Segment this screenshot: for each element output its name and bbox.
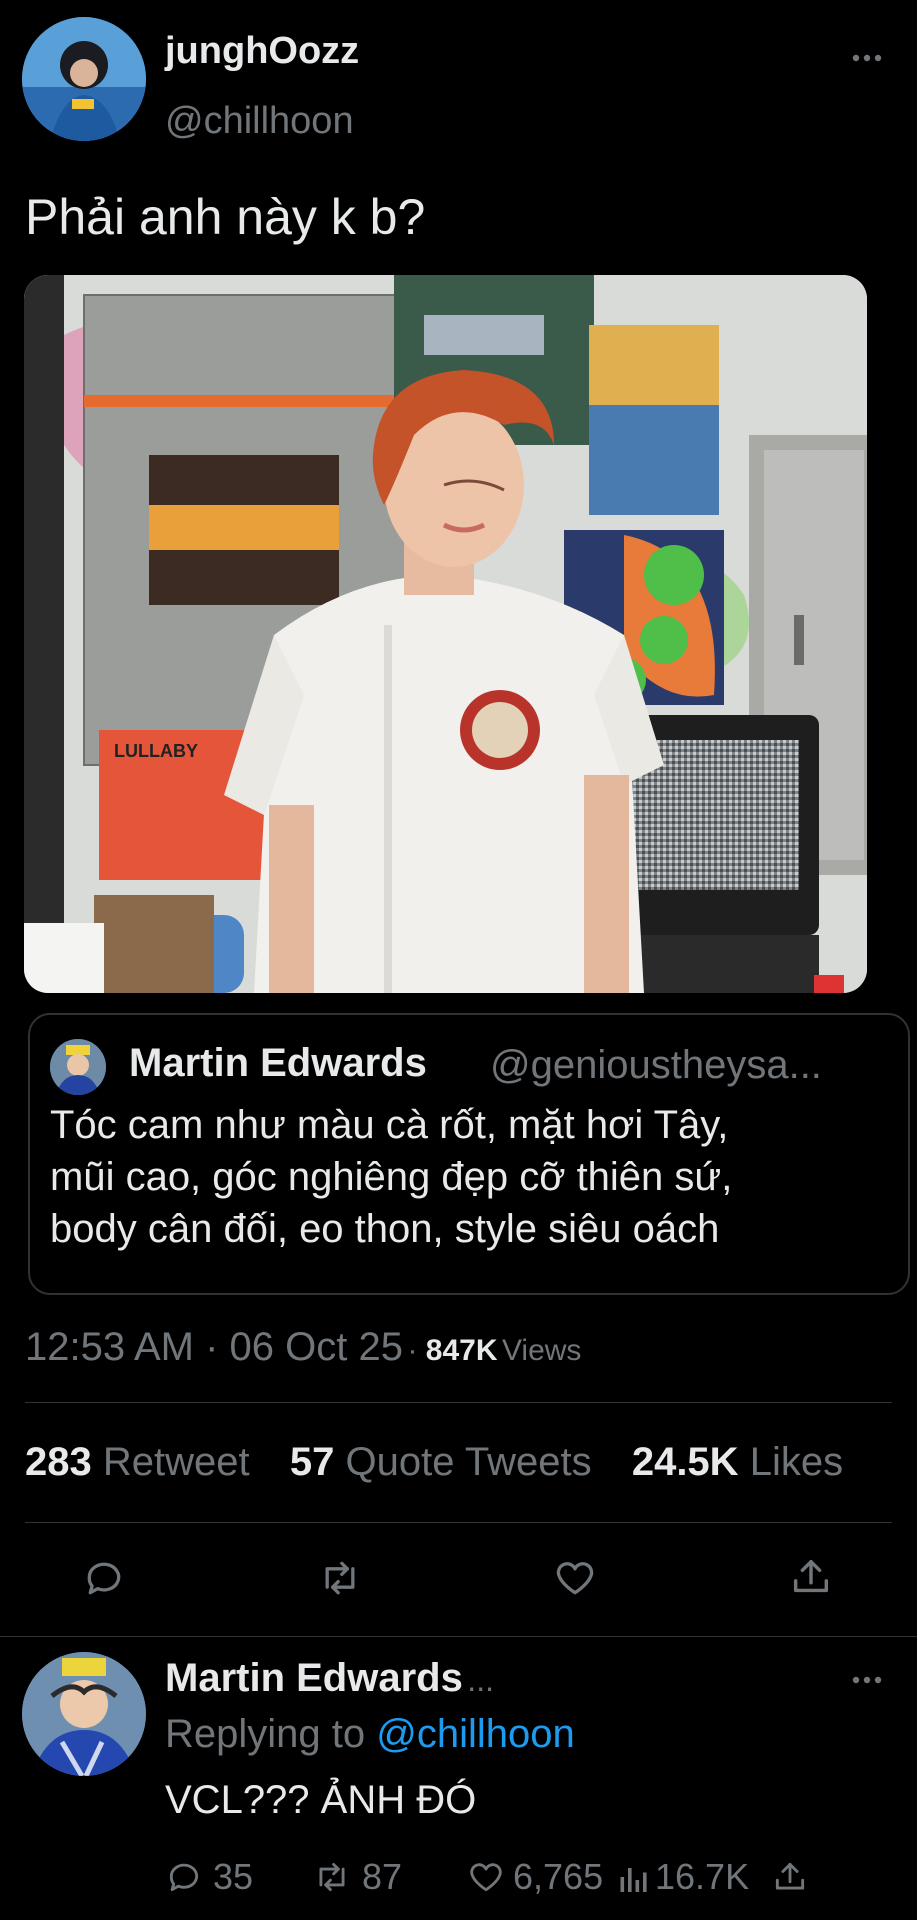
retweet-icon[interactable] [317,1556,363,1600]
divider-top [25,1402,892,1403]
reply-author-avatar[interactable] [22,1652,146,1776]
poster-lullaby: LULLABY [114,741,198,761]
reply-count: 35 [213,1856,254,1897]
reply-text: VCL??? ẢNH ĐÓ [165,1778,477,1822]
view-count: 16.7K [655,1856,750,1897]
stats-row: 283 Retweet 57 Quote Tweets 24.5K Likes [25,1440,917,1485]
quoted-author-avatar [50,1039,106,1095]
author-avatar[interactable] [22,17,146,141]
timestamp: 12:53 AM · 06 Oct 25 [25,1325,403,1369]
share-icon[interactable] [788,1554,834,1600]
share-icon [771,1858,809,1896]
like-count: 6,765 [513,1856,604,1897]
replying-to: Replying to @chillhoon [165,1712,575,1757]
quotes-stat[interactable]: 57 Quote Tweets [290,1440,603,1484]
quoted-text-line-2: mũi cao, góc nghiêng đẹp cỡ thiên sứ, [50,1155,733,1199]
comment-icon [165,1858,203,1896]
tweet-photo[interactable]: LULLABY [24,275,867,993]
bar-chart-icon [619,1859,649,1895]
section-divider [0,1636,917,1637]
retweet-icon [312,1858,352,1896]
reply-views-button[interactable]: 16.7K [619,1856,749,1898]
reply-retweet-button[interactable]: 87 [312,1856,402,1898]
replying-to-handle[interactable]: @chillhoon [376,1712,575,1756]
reply-like-button[interactable]: 6,765 [467,1856,603,1898]
reply-share-button[interactable] [771,1858,809,1896]
quoted-tweet-card[interactable]: Martin Edwards @genioustheysa... Tóc cam… [28,1013,910,1295]
quoted-author-handle: @genioustheysa... [490,1043,822,1087]
more-horizontal-icon[interactable] [850,1670,884,1690]
tweet-meta: 12:53 AM · 06 Oct 25 · 847K Views [25,1325,582,1369]
replying-to-label: Replying to [165,1712,366,1756]
retweet-count: 87 [362,1856,403,1897]
heart-icon [467,1858,505,1896]
author-handle[interactable]: @chillhoon [165,100,354,143]
reply-comment-button[interactable]: 35 [165,1856,253,1898]
tweet-text: Phải anh này k b? [25,189,426,245]
reply-author-name[interactable]: Martin Edwards [165,1656,463,1700]
reply-author-truncation: ... [467,1662,494,1698]
likes-stat[interactable]: 24.5K Likes [632,1440,843,1484]
more-horizontal-icon[interactable] [850,48,884,68]
quoted-author-name: Martin Edwards [129,1041,427,1085]
views-count: 847K [425,1334,498,1367]
reply-actions: 35 87 6,765 16.7K [165,1856,917,1906]
reply-author-row: Martin Edwards ... [165,1656,494,1701]
heart-icon[interactable] [552,1556,598,1600]
divider-middle [25,1522,892,1523]
comment-icon[interactable] [82,1556,126,1600]
author-name[interactable]: junghOozz [165,30,359,73]
views-label: Views [501,1334,582,1367]
retweets-stat[interactable]: 283 Retweet [25,1440,261,1484]
quoted-text-line-1: Tóc cam như màu cà rốt, mặt hơi Tây, [50,1103,729,1147]
quoted-text-line-3: body cân đối, eo thon, style siêu oách [50,1207,720,1251]
